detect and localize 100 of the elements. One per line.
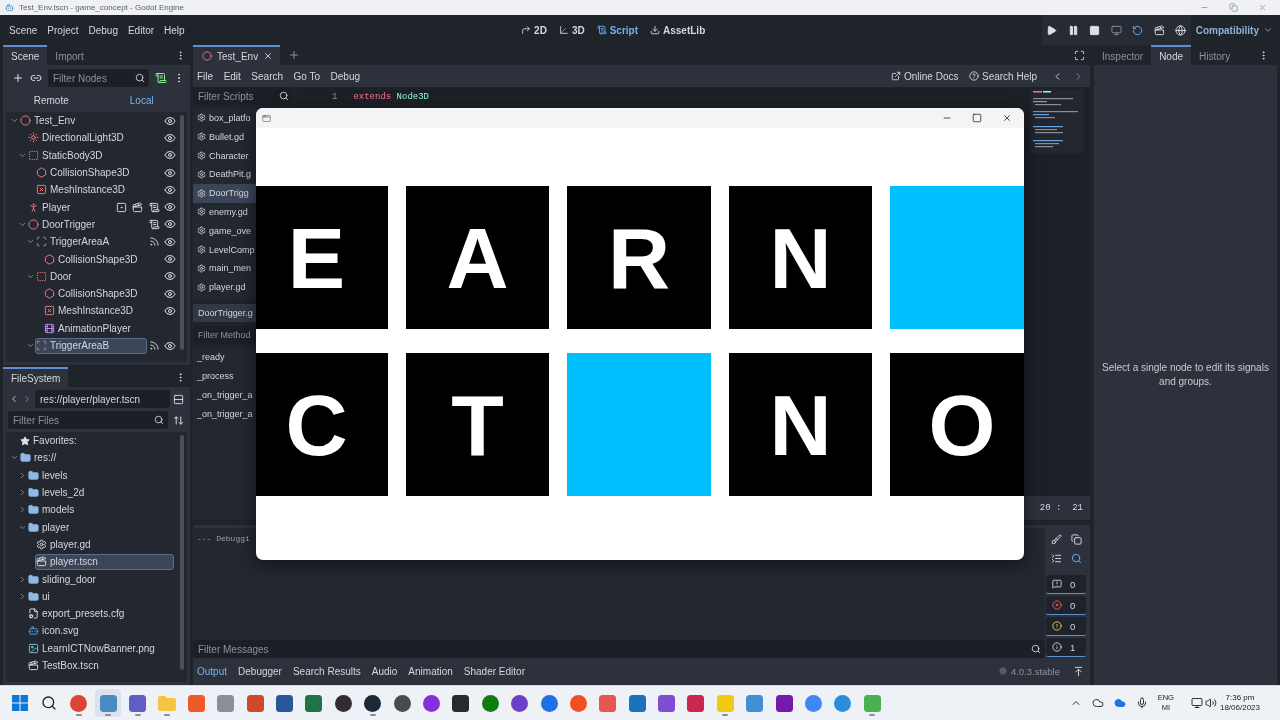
workspace-tab[interactable]: 3D: [558, 24, 585, 36]
tree-item[interactable]: CollisionShape3D: [35, 164, 134, 181]
signal-icon[interactable]: [148, 236, 160, 248]
filter-toggle-button[interactable]: 1: [1046, 638, 1086, 657]
tree-item[interactable]: sliding_door: [27, 571, 100, 587]
eye-icon[interactable]: [164, 114, 176, 127]
link-icon[interactable]: [30, 72, 42, 84]
brush-icon[interactable]: [1050, 534, 1062, 545]
pause-icon[interactable]: [1067, 24, 1079, 36]
stop-icon[interactable]: [1089, 24, 1101, 36]
script-item[interactable]: Bullet.gd: [193, 127, 256, 147]
menu-item[interactable]: Project: [47, 24, 79, 36]
filter-field[interactable]: Filter Scripts: [193, 87, 293, 105]
rows-icon[interactable]: [173, 393, 184, 405]
menu-item[interactable]: Edit: [223, 70, 241, 82]
chevron-left-icon[interactable]: [9, 394, 19, 404]
tab[interactable]: Test_Env: [193, 45, 281, 65]
scroll-icon[interactable]: [148, 218, 160, 230]
tree-item[interactable]: StaticBody3D: [27, 147, 107, 164]
tree-item[interactable]: CollisionShape3D: [43, 285, 142, 302]
menu-item[interactable]: File: [197, 70, 214, 82]
menu-item[interactable]: Debug: [330, 70, 360, 82]
fullscreen-icon[interactable]: [1074, 49, 1085, 61]
chevron-right-icon[interactable]: [18, 591, 27, 601]
scrollbar[interactable]: [180, 115, 184, 350]
tree-item[interactable]: AnimationPlayer: [43, 320, 135, 337]
script-item[interactable]: game_ove: [193, 221, 256, 241]
menu-item[interactable]: Debug: [88, 24, 118, 36]
script-item[interactable]: DoorTrigg: [193, 183, 256, 203]
filter-field[interactable]: Filter Nodes: [48, 69, 149, 87]
close-icon[interactable]: [263, 51, 274, 61]
tree-item[interactable]: player.tscn: [35, 553, 174, 570]
tree-item[interactable]: Player: [27, 199, 75, 216]
tab[interactable]: FileSystem: [3, 367, 69, 387]
filter-field[interactable]: Filter Files: [8, 411, 168, 429]
filter-toggle-button[interactable]: 0: [1046, 617, 1086, 636]
speaker-icon[interactable]: [1204, 697, 1217, 709]
tab[interactable]: Inspector: [1094, 45, 1152, 65]
eye-icon[interactable]: [164, 166, 176, 179]
eye-icon[interactable]: [164, 270, 176, 283]
sort-icon[interactable]: [173, 414, 184, 426]
tree-item[interactable]: MeshInstance3D: [43, 302, 138, 319]
eye-icon[interactable]: [164, 304, 176, 317]
method-item[interactable]: _ready: [197, 348, 225, 367]
help-search-button[interactable]: Search Help: [968, 70, 1037, 82]
play-icon[interactable]: [1046, 24, 1058, 36]
close-icon[interactable]: [1002, 113, 1012, 123]
script-item[interactable]: box_platfo: [193, 108, 256, 128]
tree-item[interactable]: CollisionShape3D: [43, 251, 142, 267]
chevron-down-icon[interactable]: [26, 341, 35, 350]
cloud-icon[interactable]: [1091, 697, 1104, 709]
tab[interactable]: Import: [47, 45, 92, 65]
eye-icon[interactable]: [164, 287, 176, 300]
clock-time[interactable]: 7:36 pm: [1225, 693, 1255, 703]
menu-item[interactable]: Help: [164, 24, 185, 36]
maximize-icon[interactable]: [972, 113, 982, 123]
filter-toggle-button[interactable]: 0: [1046, 575, 1086, 594]
eye-icon[interactable]: [164, 201, 176, 214]
mode-tab[interactable]: Local: [96, 91, 187, 109]
tree-item[interactable]: Door: [35, 268, 76, 285]
chevron-right-icon[interactable]: [18, 470, 27, 480]
eye-icon[interactable]: [164, 183, 176, 196]
microphone-icon[interactable]: [1135, 697, 1148, 709]
dotted-square-icon[interactable]: [115, 201, 127, 213]
tab[interactable]: Output: [197, 665, 228, 677]
arrow-up-line-icon[interactable]: [1073, 665, 1084, 677]
tab[interactable]: Scene: [3, 45, 48, 65]
signal-icon[interactable]: [148, 340, 160, 351]
method-item[interactable]: _process: [197, 366, 234, 386]
workspace-tab[interactable]: AssetLib: [650, 24, 706, 36]
script-item[interactable]: Character: [193, 146, 256, 165]
method-item[interactable]: _on_trigger_a: [197, 404, 253, 424]
tree-item[interactable]: TestBox.tscn: [27, 657, 103, 674]
tree-item[interactable]: ui: [27, 588, 54, 605]
tree-item[interactable]: DoorTrigger: [27, 216, 99, 233]
menu-item[interactable]: Editor: [127, 24, 155, 36]
tree-item[interactable]: res://: [19, 449, 61, 466]
tab[interactable]: Debugger: [238, 665, 282, 677]
tree-item[interactable]: TriggerAreaA: [35, 233, 114, 250]
tab[interactable]: Shader Editor: [463, 665, 525, 677]
filter-toggle-button[interactable]: 0: [1046, 596, 1086, 615]
scroll-icon[interactable]: [148, 201, 160, 213]
tree-item[interactable]: DirectionalLight3D: [27, 129, 128, 146]
filter-field[interactable]: Filter Messages: [193, 640, 1045, 658]
scroll-icon[interactable]: [155, 72, 167, 84]
menu-item[interactable]: Search: [251, 70, 284, 82]
tree-item[interactable]: levels: [27, 467, 72, 484]
eye-icon[interactable]: [164, 253, 176, 265]
tree-item[interactable]: Test_Env: [19, 112, 80, 129]
plus-icon[interactable]: [288, 49, 301, 61]
menu-item[interactable]: Scene: [9, 24, 38, 36]
path-field[interactable]: res://player/player.tscn: [35, 390, 170, 408]
chevron-right-icon[interactable]: [18, 574, 27, 584]
scrollbar[interactable]: [180, 435, 184, 670]
eye-icon[interactable]: [164, 131, 176, 144]
script-item[interactable]: DeathPit.g: [193, 165, 256, 184]
tab[interactable]: History: [1191, 45, 1239, 65]
tree-item[interactable]: LearnICTNowBanner.png: [27, 640, 159, 657]
tree-item[interactable]: levels_2d: [27, 484, 89, 501]
tree-item[interactable]: player: [27, 519, 74, 536]
